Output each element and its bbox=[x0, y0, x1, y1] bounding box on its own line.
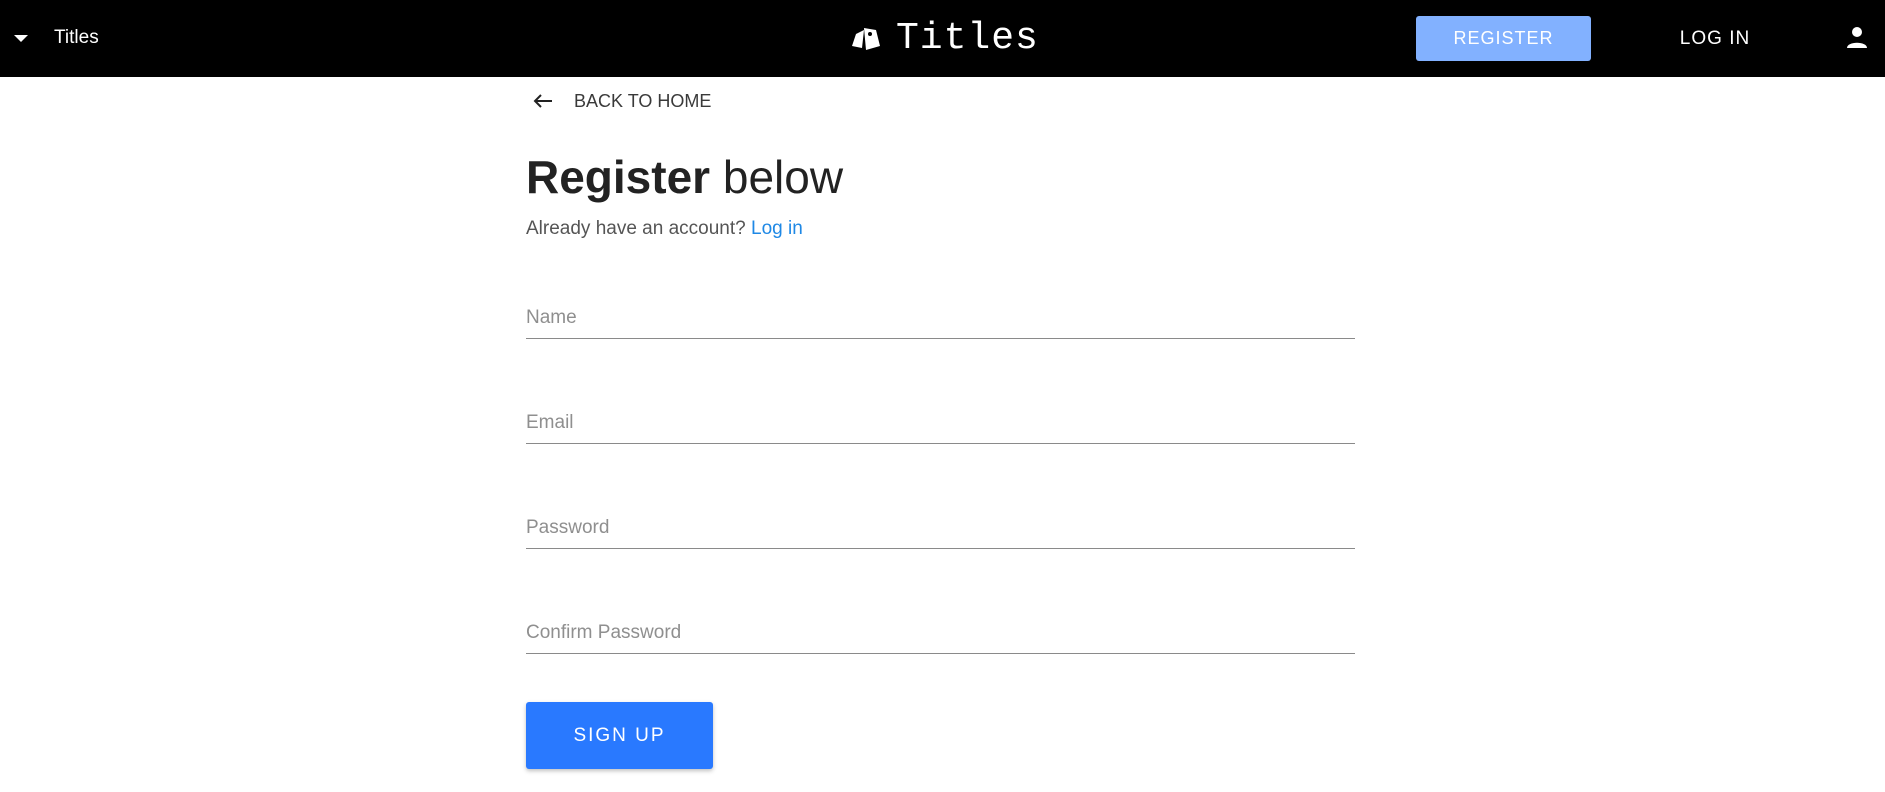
page-title-strong: Register bbox=[526, 151, 711, 203]
login-link[interactable]: Log in bbox=[751, 218, 803, 239]
login-button[interactable]: LOG IN bbox=[1660, 16, 1770, 61]
sign-up-button[interactable]: SIGN UP bbox=[526, 702, 713, 769]
top-app-bar: Titles Titles REGISTER LOG IN bbox=[0, 0, 1885, 77]
name-field[interactable] bbox=[526, 298, 1355, 339]
back-to-home-link[interactable]: BACK TO HOME bbox=[532, 86, 711, 116]
tag-icon bbox=[852, 28, 880, 50]
back-to-home-label: BACK TO HOME bbox=[574, 90, 712, 111]
brand-logo[interactable]: Titles bbox=[850, 14, 1039, 62]
brand-title: Titles bbox=[896, 16, 1039, 60]
menu-label: Titles bbox=[54, 27, 99, 48]
login-prompt-text: Already have an account? bbox=[526, 218, 746, 239]
register-button[interactable]: REGISTER bbox=[1416, 16, 1591, 61]
menu-toggle[interactable]: Titles bbox=[14, 24, 99, 52]
person-icon bbox=[1847, 27, 1867, 48]
caret-down-icon bbox=[14, 34, 28, 42]
password-field[interactable] bbox=[526, 508, 1355, 549]
page-title-rest: below bbox=[710, 151, 844, 203]
email-field[interactable] bbox=[526, 403, 1355, 444]
arrow-left-icon bbox=[533, 94, 552, 108]
login-prompt: Already have an account? Log in bbox=[526, 218, 803, 240]
page-title: Register below bbox=[526, 150, 843, 204]
account-button[interactable] bbox=[1842, 22, 1872, 52]
confirm-password-field[interactable] bbox=[526, 613, 1355, 654]
